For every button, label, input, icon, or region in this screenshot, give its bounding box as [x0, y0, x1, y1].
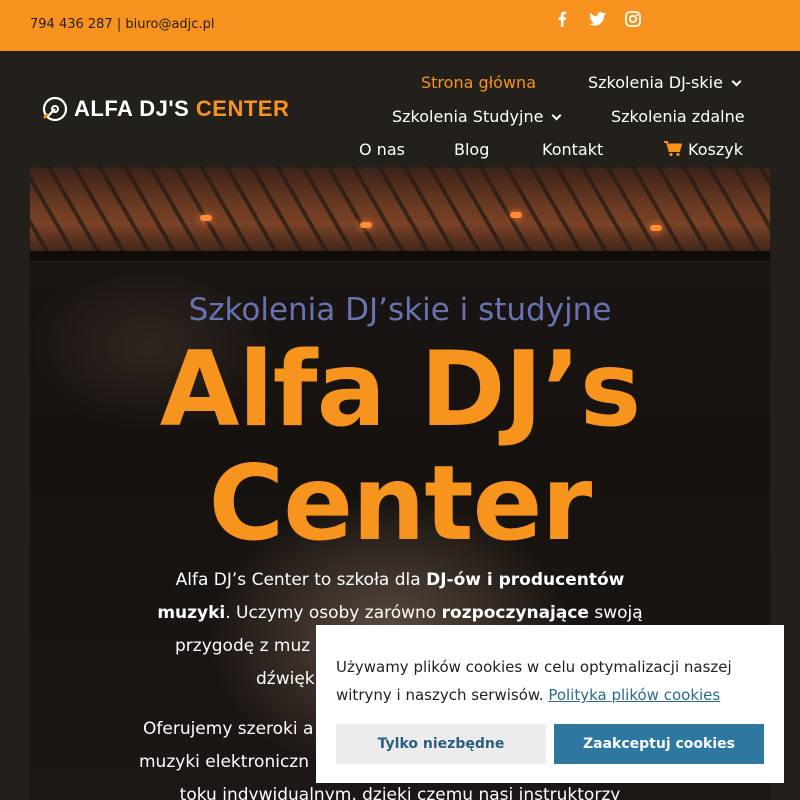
stage-light — [510, 212, 522, 218]
decline-cookies-button[interactable]: Tylko niezbędne — [336, 724, 546, 764]
truss-beam — [30, 251, 770, 261]
cart-icon — [664, 141, 683, 157]
nav-cart[interactable]: Koszyk — [664, 140, 743, 159]
nav-home[interactable]: Strona główna — [421, 73, 536, 92]
nav-cart-label: Koszyk — [688, 140, 743, 159]
cookie-policy-link[interactable]: Polityka plików cookies — [548, 686, 720, 704]
stage-light — [650, 225, 662, 231]
nav-dj-training-label: Szkolenia DJ-skie — [588, 73, 723, 92]
nav-remote-training[interactable]: Szkolenia zdalne — [611, 107, 745, 126]
nav-studio-training[interactable]: Szkolenia Studyjne — [392, 107, 562, 126]
nav-about[interactable]: O nas — [359, 140, 405, 159]
facebook-icon[interactable] — [552, 9, 572, 29]
site-header: ALFA DJ'S CENTER Strona główna Szkolenia… — [0, 51, 800, 167]
vinyl-logo-icon — [42, 96, 68, 122]
cookie-banner: Używamy plików cookies w celu optymaliza… — [316, 625, 784, 783]
stage-truss-image — [30, 167, 770, 262]
chevron-down-icon — [551, 110, 562, 121]
contact-info[interactable]: 794 436 287 | biuro@adjc.pl — [30, 17, 214, 32]
logo-text: ALFA DJ'S CENTER — [74, 96, 289, 122]
instagram-icon[interactable] — [623, 9, 643, 29]
nav-blog[interactable]: Blog — [454, 140, 489, 159]
hero-subtitle: Szkolenia DJ’skie i studyjne — [188, 292, 612, 328]
logo-text-white: ALFA DJ'S — [74, 96, 190, 121]
top-bar: 794 436 287 | biuro@adjc.pl — [0, 0, 800, 51]
nav-contact[interactable]: Kontakt — [542, 140, 603, 159]
cookie-message: Używamy plików cookies w celu optymaliza… — [336, 653, 766, 709]
hero-title-line1: Alfa DJ’s — [159, 330, 641, 450]
logo-text-orange: CENTER — [195, 96, 290, 121]
chevron-down-icon — [731, 76, 742, 87]
nav-studio-training-label: Szkolenia Studyjne — [392, 107, 544, 126]
site-logo[interactable]: ALFA DJ'S CENTER — [42, 96, 289, 122]
accept-cookies-button[interactable]: Zaakceptuj cookies — [554, 724, 764, 764]
stage-light — [200, 215, 212, 221]
hero-title-line2: Center — [208, 444, 593, 564]
stage-light — [360, 222, 372, 228]
nav-dj-training[interactable]: Szkolenia DJ-skie — [588, 73, 742, 92]
twitter-icon[interactable] — [587, 9, 607, 29]
